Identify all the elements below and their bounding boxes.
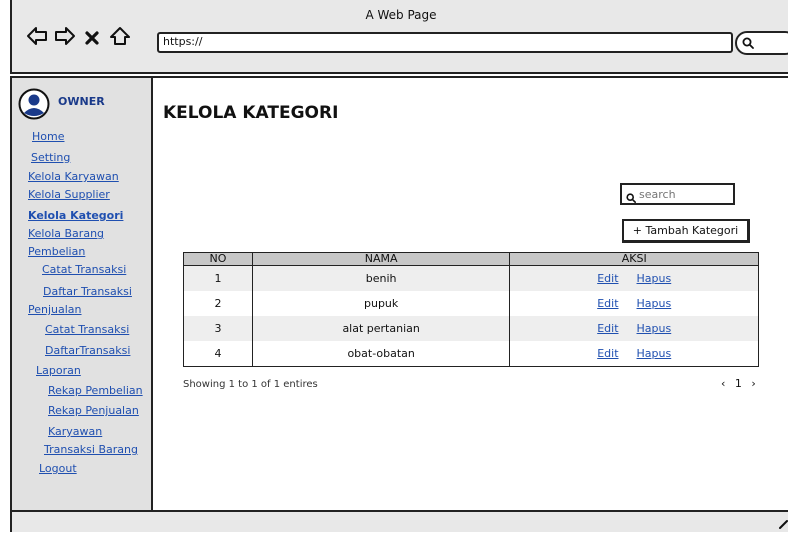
cell-aksi: Edit Hapus [509, 291, 759, 316]
column-header-no: NO [183, 252, 253, 266]
url-text: https:// [163, 35, 203, 48]
delete-link[interactable]: Hapus [637, 272, 672, 285]
sidebar-item-pembelian-catat-transaksi[interactable]: Catat Transaksi [42, 263, 126, 276]
edit-link[interactable]: Edit [597, 322, 618, 335]
cell-aksi: Edit Hapus [509, 341, 759, 367]
table-row: 3 alat pertanian Edit Hapus [183, 316, 759, 341]
sidebar-item-pembelian[interactable]: Pembelian [28, 245, 85, 258]
sidebar-item-kelola-supplier[interactable]: Kelola Supplier [28, 188, 110, 201]
cell-no: 2 [183, 291, 253, 316]
sidebar-item-rekap-penjualan[interactable]: Rekap Penjualan [48, 404, 139, 417]
sidebar-item-pembelian-daftar-transaksi[interactable]: Daftar Transaksi [43, 285, 132, 298]
sidebar-item-transaksi-barang[interactable]: Transaksi Barang [44, 443, 138, 456]
cell-nama: obat-obatan [251, 341, 511, 367]
sidebar-item-kelola-karyawan[interactable]: Kelola Karyawan [28, 170, 119, 183]
status-bar [10, 510, 788, 532]
back-icon[interactable] [26, 26, 48, 50]
home-icon[interactable] [109, 26, 131, 50]
sidebar-item-penjualan-catat-transaksi[interactable]: Catat Transaksi [45, 323, 129, 336]
cell-no: 1 [183, 265, 253, 291]
sidebar-item-kelola-barang[interactable]: Kelola Barang [28, 227, 104, 240]
cell-aksi: Edit Hapus [509, 316, 759, 341]
resize-handle-icon[interactable] [778, 514, 788, 533]
search-icon [742, 37, 754, 49]
category-table: NO NAMA AKSI 1 benih Edit Hapus 2 pupuk [183, 252, 759, 367]
cell-nama: alat pertanian [251, 316, 511, 341]
add-category-button[interactable]: + Tambah Kategori [622, 219, 750, 243]
main-content: KELOLA KATEGORI + Tambah Kategori NO NAM… [151, 76, 788, 512]
browser-window: A Web Page https:// OWNER Home Setting K… [10, 0, 788, 532]
table-row: 2 pupuk Edit Hapus [183, 291, 759, 316]
sidebar-item-setting[interactable]: Setting [31, 151, 70, 164]
page-title: KELOLA KATEGORI [163, 103, 339, 123]
sidebar-item-penjualan[interactable]: Penjualan [28, 303, 82, 316]
delete-link[interactable]: Hapus [637, 347, 672, 360]
column-header-nama: NAMA [251, 252, 511, 266]
cell-nama: pupuk [251, 291, 511, 316]
browser-toolbar: A Web Page https:// [10, 0, 788, 74]
delete-link[interactable]: Hapus [637, 297, 672, 310]
table-header-row: NO NAMA AKSI [183, 252, 759, 266]
sidebar-item-rekap-pembelian[interactable]: Rekap Pembelian [48, 384, 143, 397]
avatar-icon [18, 88, 50, 124]
sidebar: OWNER Home Setting Kelola Karyawan Kelol… [10, 76, 151, 512]
page-number[interactable]: 1 [735, 377, 742, 390]
edit-link[interactable]: Edit [597, 272, 618, 285]
sidebar-item-logout[interactable]: Logout [39, 462, 77, 475]
sidebar-item-home[interactable]: Home [32, 130, 64, 143]
entries-info: Showing 1 to 1 of 1 entires [183, 379, 318, 390]
sidebar-item-laporan[interactable]: Laporan [36, 364, 81, 377]
window-title: A Web Page [365, 8, 437, 22]
pagination: ‹ 1 › [718, 377, 759, 390]
cell-no: 4 [183, 341, 253, 367]
sidebar-item-penjualan-daftar-transaksi[interactable]: DaftarTransaksi [45, 344, 130, 357]
delete-link[interactable]: Hapus [637, 322, 672, 335]
cell-no: 3 [183, 316, 253, 341]
forward-icon[interactable] [54, 26, 76, 50]
browser-search-button[interactable] [735, 31, 788, 55]
close-icon[interactable] [84, 30, 100, 50]
table-row: 4 obat-obatan Edit Hapus [183, 341, 759, 367]
search-icon [626, 188, 636, 207]
search-field[interactable] [620, 183, 735, 205]
next-page-button[interactable]: › [751, 377, 755, 390]
table-row: 1 benih Edit Hapus [183, 265, 759, 291]
search-input[interactable] [637, 186, 731, 202]
edit-link[interactable]: Edit [597, 297, 618, 310]
sidebar-item-karyawan[interactable]: Karyawan [48, 425, 102, 438]
address-bar[interactable]: https:// [157, 32, 733, 53]
column-header-aksi: AKSI [509, 252, 759, 266]
edit-link[interactable]: Edit [597, 347, 618, 360]
user-role: OWNER [58, 95, 105, 108]
cell-aksi: Edit Hapus [509, 265, 759, 291]
sidebar-item-kelola-kategori[interactable]: Kelola Kategori [28, 209, 123, 222]
prev-page-button[interactable]: ‹ [721, 377, 725, 390]
cell-nama: benih [251, 265, 511, 291]
